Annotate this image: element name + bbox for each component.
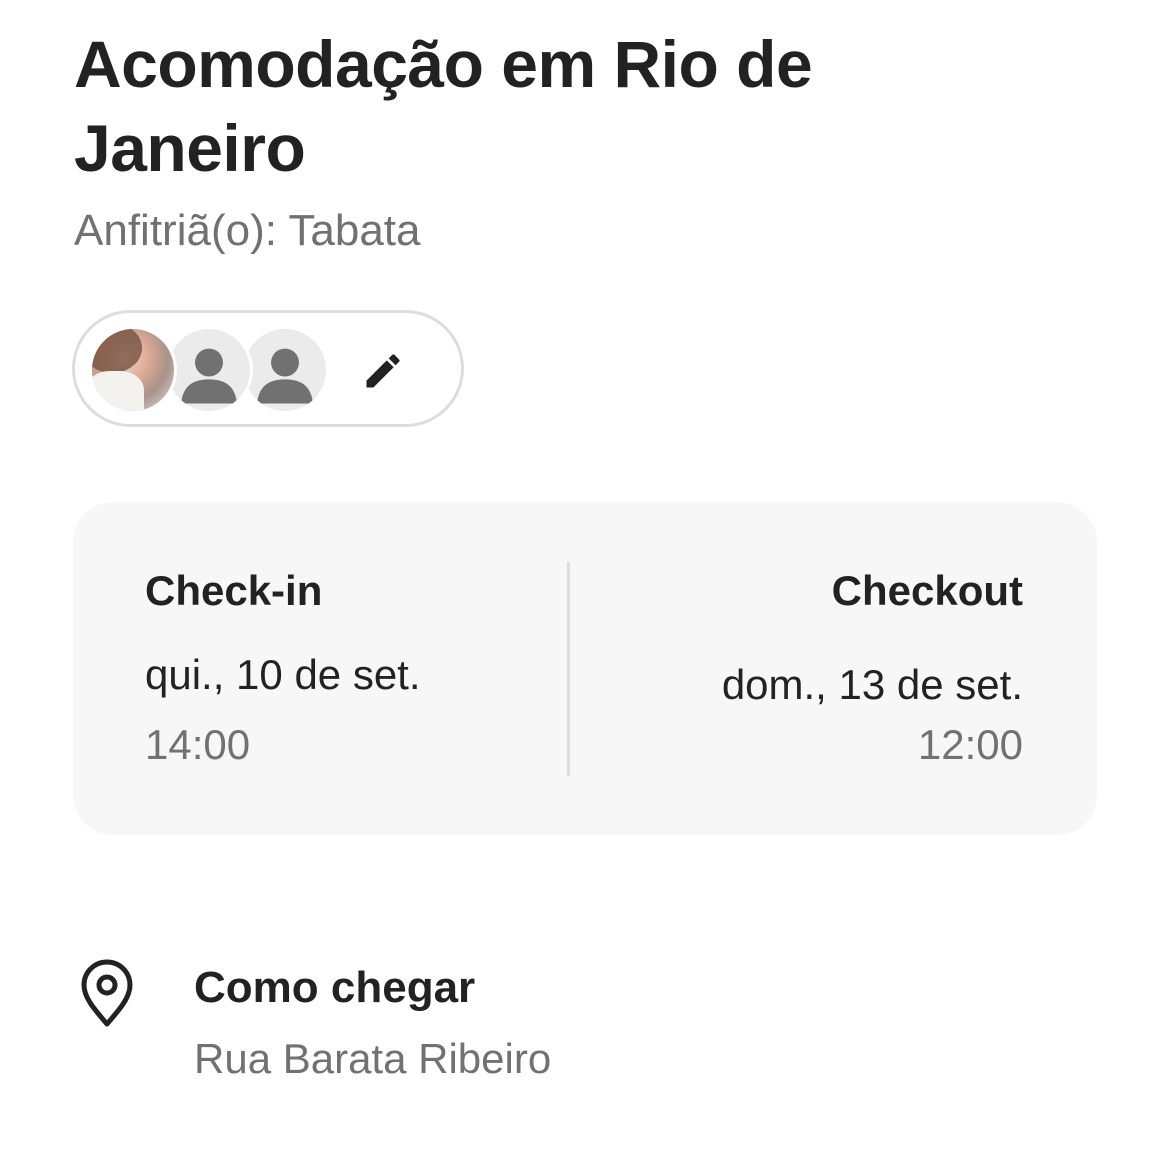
host-name: Anfitriã(o): Tabata xyxy=(74,206,421,255)
checkout-label: Checkout xyxy=(831,567,1023,614)
guests-edit-button[interactable] xyxy=(72,310,464,427)
map-pin-icon xyxy=(81,959,133,1027)
checkin-time: 14:00 xyxy=(145,721,251,768)
checkin-date: qui., 10 de set. xyxy=(145,651,421,698)
listing-title: Acomodação em Rio de Janeiro xyxy=(74,27,813,185)
pencil-icon[interactable] xyxy=(361,349,405,393)
checkout-section: Checkout dom., 13 de set. 12:00 xyxy=(623,564,1023,772)
checkin-label: Check-in xyxy=(145,567,323,614)
checkin-section: Check-in qui., 10 de set. 14:00 xyxy=(145,564,545,772)
checkout-date: dom., 13 de set. xyxy=(721,661,1023,708)
default-avatar-icon xyxy=(241,326,329,414)
dates-divider xyxy=(567,562,570,776)
checkout-time: 12:00 xyxy=(917,721,1023,768)
directions-title: Como chegar xyxy=(194,963,476,1012)
default-avatar-icon xyxy=(165,326,253,414)
reservation-dates-card: Check-in qui., 10 de set. 14:00 Checkout… xyxy=(73,502,1097,835)
directions-address: Rua Barata Ribeiro xyxy=(194,1035,552,1082)
guest-avatar-photo xyxy=(89,326,177,414)
directions-row[interactable]: Como chegar Rua Barata Ribeiro xyxy=(74,952,874,1092)
